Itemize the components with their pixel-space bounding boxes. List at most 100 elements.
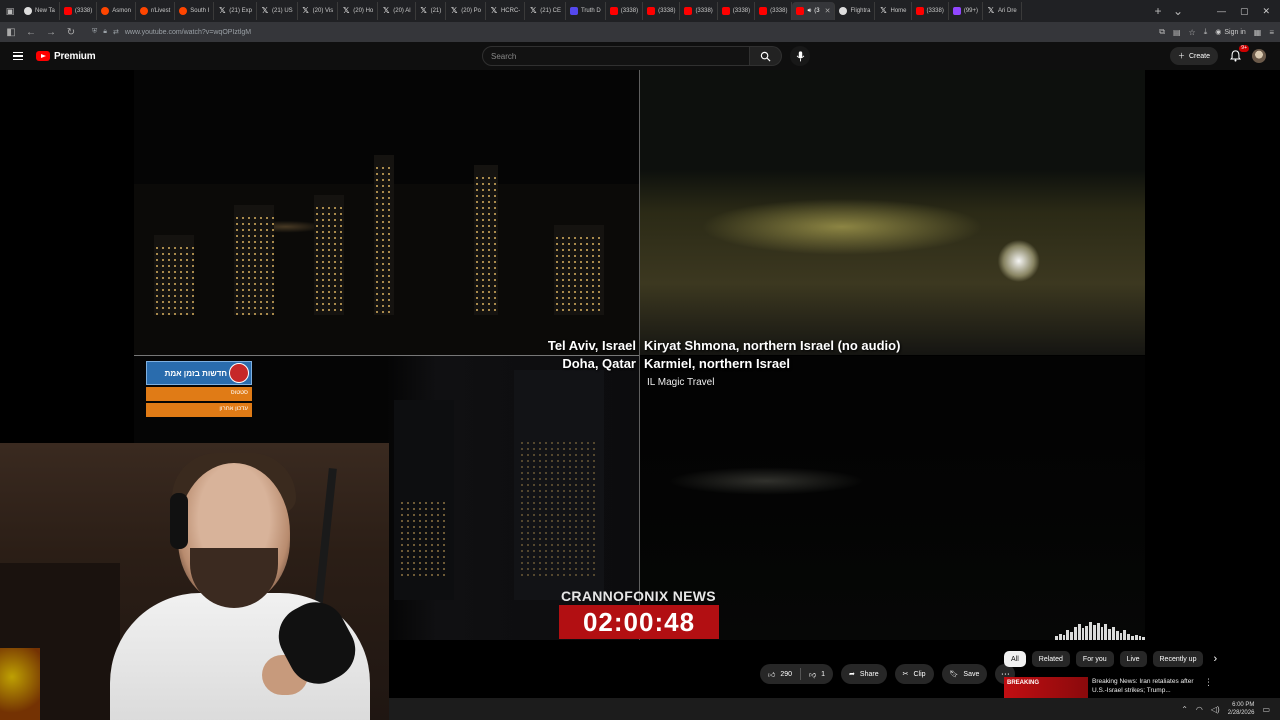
forward-icon[interactable]: → [46,27,56,38]
volume-icon[interactable]: ◁) [1211,705,1220,714]
browser-tab[interactable]: New Ta [20,2,60,20]
account-avatar[interactable] [1252,49,1266,63]
webcam-toy [0,648,40,720]
browser-tab-label: (99+) [963,8,979,14]
audio-bar [1130,635,1134,640]
share-button[interactable]: ➦ Share [841,664,887,684]
browser-tab[interactable]: 🔊︎ (3 ✕ [792,2,836,20]
save-button[interactable]: 🔖︎ Save [941,664,988,684]
clip-button[interactable]: ✂ Clip [894,664,934,684]
taskbar-clock[interactable]: 6:00 PM 2/28/2026 [1228,701,1255,717]
browser-tab[interactable]: 𝕏 Ari Dre [983,2,1022,20]
audio-bar [1077,623,1081,640]
chip-all[interactable]: All [1004,651,1026,667]
chip-recently-uploaded[interactable]: Recently up [1152,651,1204,667]
browser-tab[interactable]: (3338) [606,2,644,20]
create-button[interactable]: ＋ Create [1169,47,1218,65]
close-window-icon[interactable]: ✕ [1262,6,1270,17]
browser-tab[interactable]: r/Livest [136,2,176,20]
browser-tab[interactable]: 𝕏 Home [875,2,912,20]
download-icon[interactable]: ⤓ [1204,27,1208,37]
reader-icon[interactable]: ▤ [1173,28,1181,37]
browser-tab-label: (3338) [926,8,944,14]
os-taskbar: ⌃ ◠ ◁) 6:00 PM 2/28/2026 ▭ [389,698,1280,720]
maximize-icon[interactable]: ▢ [1240,6,1249,17]
minimize-icon[interactable]: — [1217,6,1226,17]
search-input[interactable] [482,46,750,66]
streamer-webcam [0,443,389,720]
speaker-icon[interactable]: 🔊︎ [807,8,811,15]
extension-icon[interactable]: ▦ [1254,28,1262,37]
audio-bar [1089,622,1092,640]
url-text[interactable]: www.youtube.com/watch?v=wqOPIztlgM [125,29,251,36]
chevron-right-icon[interactable]: › [1213,653,1217,665]
bookmark-star-icon[interactable]: ☆ [1189,28,1196,37]
notifications-button[interactable]: 9+ [1228,45,1249,63]
site-settings-icon[interactable]: ⇄ [113,28,119,36]
browser-tab-label: Asmon [112,8,131,14]
x-icon: 𝕏 [490,6,498,15]
browser-tab[interactable]: 𝕏 (21) [416,2,447,20]
chip-live[interactable]: Live [1119,651,1147,667]
browser-menu-icon[interactable]: ≡ [1269,28,1274,37]
shield-icon[interactable]: ⛨ [92,28,97,36]
search-button[interactable] [750,46,782,66]
search-bar [482,46,810,66]
browser-tab[interactable]: (3338) [680,2,718,20]
reload-icon[interactable]: ↻ [66,27,76,38]
chip-related[interactable]: Related [1031,651,1070,667]
browser-tab[interactable]: (99+) [949,2,984,20]
dislike-button[interactable]: 👎︎ [809,670,816,679]
browser-tab[interactable]: (3338) [912,2,949,20]
browser-tab[interactable]: Asmon [97,2,136,20]
tab-dropdown-icon[interactable]: ⌄ [1168,4,1188,18]
sign-in-button[interactable]: ◉ Sign in [1215,28,1246,37]
browser-tab[interactable]: (3338) [60,2,98,20]
browser-tab[interactable]: 𝕏 (20) Ho [338,2,379,20]
browser-tab-label: (20) Po [461,8,481,14]
like-button[interactable]: 👍︎ [768,670,775,679]
profile-icon: ◉ [1215,29,1222,36]
browser-tab[interactable]: South I [175,2,215,20]
browser-tab[interactable]: 𝕏 (20) Vis [298,2,339,20]
chip-for-you[interactable]: For you [1075,651,1114,667]
browser-tab[interactable]: 𝕏 (21) CE [525,2,566,20]
browser-tab-label: (20) Vis [312,8,334,14]
header-actions: ＋ Create 9+ [1169,45,1266,65]
browser-tab[interactable]: (3338) [718,2,756,20]
dislike-count[interactable]: 1 [821,671,825,678]
like-count[interactable]: 290 [780,671,792,678]
browser-tab[interactable]: Flightra [835,2,876,20]
browser-tab[interactable]: 𝕏 HCRC- [486,2,526,20]
lock-icon[interactable]: 🔒︎ [103,28,107,36]
close-tab-icon[interactable]: ✕ [825,7,831,15]
screenshot-icon[interactable]: ⧉ [1159,27,1165,37]
youtube-play-icon [36,51,50,61]
x-icon: 𝕏 [302,6,309,15]
browser-tab[interactable]: (3338) [643,2,681,20]
youtube-logo[interactable]: Premium [36,51,96,62]
wifi-icon[interactable]: ◠ [1196,705,1203,714]
browser-tab[interactable]: 𝕏 (20) Al [378,2,416,20]
tab-search-icon[interactable]: ▣ [0,0,20,22]
sidebar-toggle-icon[interactable]: ◧ [6,27,16,38]
browser-tab[interactable]: 𝕏 (21) US [257,2,298,20]
x-icon: 𝕏 [343,6,350,15]
browser-tab-label: Home [890,8,907,14]
audio-bar [1123,630,1127,640]
browser-tab[interactable]: 𝕏 (20) Po [446,2,486,20]
voice-search-button[interactable] [790,46,810,66]
browser-tab[interactable]: (3338) [755,2,793,20]
new-tab-button[interactable]: + [1148,4,1168,18]
omnibox[interactable]: ⛨ 🔒︎ ⇄ www.youtube.com/watch?v=wqOPIztlg… [86,24,1149,40]
hamburger-menu-icon[interactable] [13,51,23,61]
reddit-icon [101,7,110,15]
back-icon[interactable]: ← [26,27,36,38]
like-dislike-group: 👍︎ 290 👎︎ 1 [760,664,834,684]
browser-tab[interactable]: 𝕏 (21) Exp [214,2,257,20]
browser-tab[interactable]: Truth D [566,2,606,20]
tray-chevron-icon[interactable]: ⌃ [1181,705,1188,714]
browser-tab-label: (21) CE [540,8,561,14]
notifications-tray-icon[interactable]: ▭ [1262,705,1270,714]
countdown-timer: 02:00:48 [559,605,719,639]
